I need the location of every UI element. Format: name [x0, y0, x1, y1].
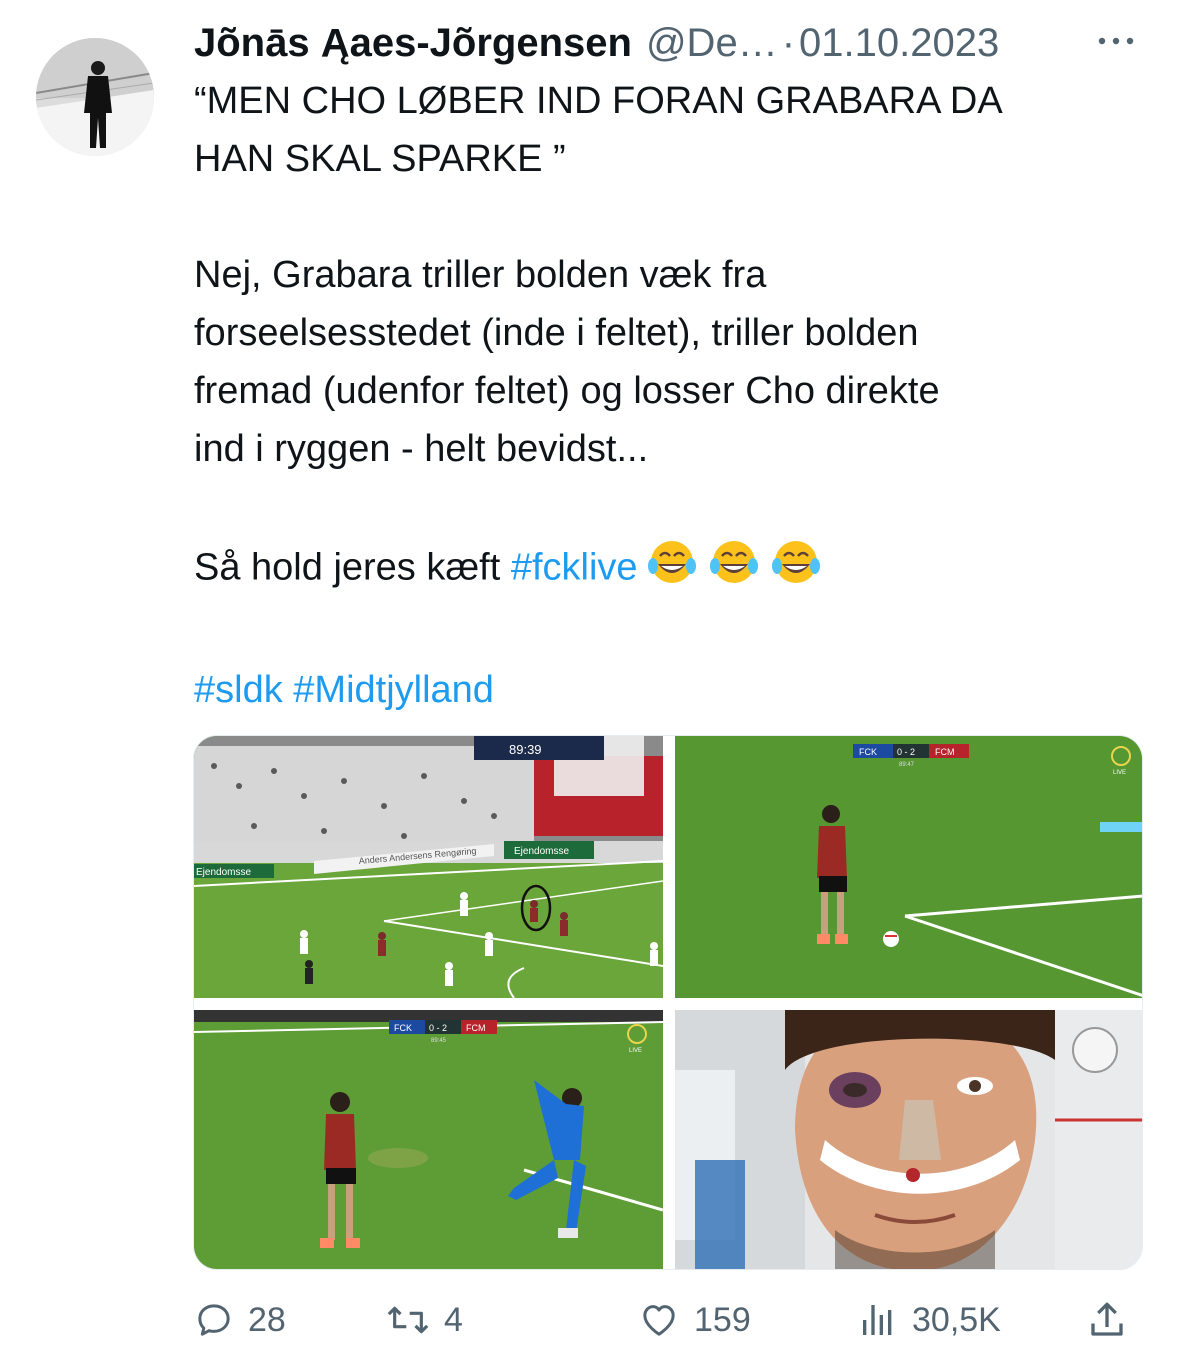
like-button[interactable]: 159 — [638, 1290, 751, 1350]
text-line: Så hold jeres kæft #fcklive😂😂😂 — [194, 536, 1144, 603]
views-count: 30,5K — [912, 1300, 1001, 1339]
scoreboard-away: FCM — [935, 747, 955, 757]
tweet-actions: 28 4 159 30,5K — [194, 1290, 1144, 1350]
media-image-3[interactable]: FCK 0 - 2 FCM 89:45 LIVE — [194, 1010, 663, 1269]
text-line: forseelsesstedet (inde i feltet), trille… — [194, 312, 919, 354]
text-line: ind i ryggen - helt bevidst... — [194, 428, 649, 470]
more-button[interactable] — [1092, 26, 1140, 56]
scoreboard-score: 0 - 2 — [429, 1023, 447, 1033]
reply-count: 28 — [248, 1300, 286, 1339]
text-line: “MEN CHO LØBER IND FORAN GRABARA DA — [194, 80, 1003, 122]
scoreboard-clock: 89:45 — [431, 1038, 447, 1044]
views-button[interactable]: 30,5K — [858, 1290, 1001, 1350]
scoreboard-time: 89:39 — [509, 742, 542, 757]
media-grid: 89:39 Anders Andersens Rengøring Ejendom… — [193, 735, 1143, 1270]
reply-icon — [198, 1304, 230, 1336]
like-count: 159 — [694, 1300, 751, 1339]
hashtag-sldk[interactable]: #sldk — [194, 669, 283, 711]
ad-banner-text: Ejendomsse — [514, 846, 569, 857]
avatar-photo — [36, 38, 154, 156]
retweet-button[interactable]: 4 — [386, 1290, 463, 1350]
text-line: fremad (udenfor feltet) og losser Cho di… — [194, 370, 940, 412]
scoreboard-away: FCM — [466, 1023, 486, 1033]
share-icon — [1091, 1302, 1123, 1336]
ad-banner-text: Ejendomsse — [196, 867, 251, 878]
avatar[interactable] — [36, 38, 154, 156]
text-fragment: Så hold jeres kæft — [194, 546, 511, 589]
scoreboard-score: 0 - 2 — [897, 747, 915, 757]
heart-icon — [643, 1305, 675, 1336]
author-handle[interactable]: @De… — [646, 21, 778, 66]
media-image-1[interactable]: 89:39 Anders Andersens Rengøring Ejendom… — [194, 736, 663, 998]
retweet-icon — [387, 1306, 429, 1334]
scoreboard-home: FCK — [859, 747, 877, 757]
laughing-emoji: 😂😂😂 — [644, 536, 830, 603]
text-line: #sldk #Midtjylland — [194, 661, 1144, 719]
author-name[interactable]: Jõnās Ąaes-Jõrgensen — [194, 21, 632, 66]
tweet-text: “MEN CHO LØBER IND FORAN GRABARA DA HAN … — [194, 72, 1144, 719]
share-button[interactable] — [1086, 1290, 1128, 1350]
media-image-2[interactable]: FCK 0 - 2 FCM 89:47 LIVE — [675, 736, 1142, 998]
hashtag-fcklive[interactable]: #fcklive — [511, 547, 638, 589]
live-label: LIVE — [629, 1048, 642, 1054]
views-chart-icon — [863, 1305, 892, 1335]
reply-button[interactable]: 28 — [194, 1290, 286, 1350]
more-horizontal-icon — [1098, 37, 1134, 45]
retweet-count: 4 — [444, 1300, 463, 1339]
hashtag-midtjylland[interactable]: #Midtjylland — [293, 669, 494, 711]
media-image-4[interactable] — [675, 1010, 1142, 1269]
separator-dot: · — [781, 20, 796, 65]
tweet-date[interactable]: 01.10.2023 — [799, 21, 999, 66]
text-line: Nej, Grabara triller bolden væk fra — [194, 254, 767, 296]
live-label: LIVE — [1113, 770, 1126, 776]
text-line: HAN SKAL SPARKE ” — [194, 138, 566, 180]
scoreboard-home: FCK — [394, 1023, 412, 1033]
tweet-header: Jõnās Ąaes-Jõrgensen @De… · 01.10.2023 — [194, 18, 999, 68]
scoreboard-clock: 89:47 — [899, 762, 915, 768]
